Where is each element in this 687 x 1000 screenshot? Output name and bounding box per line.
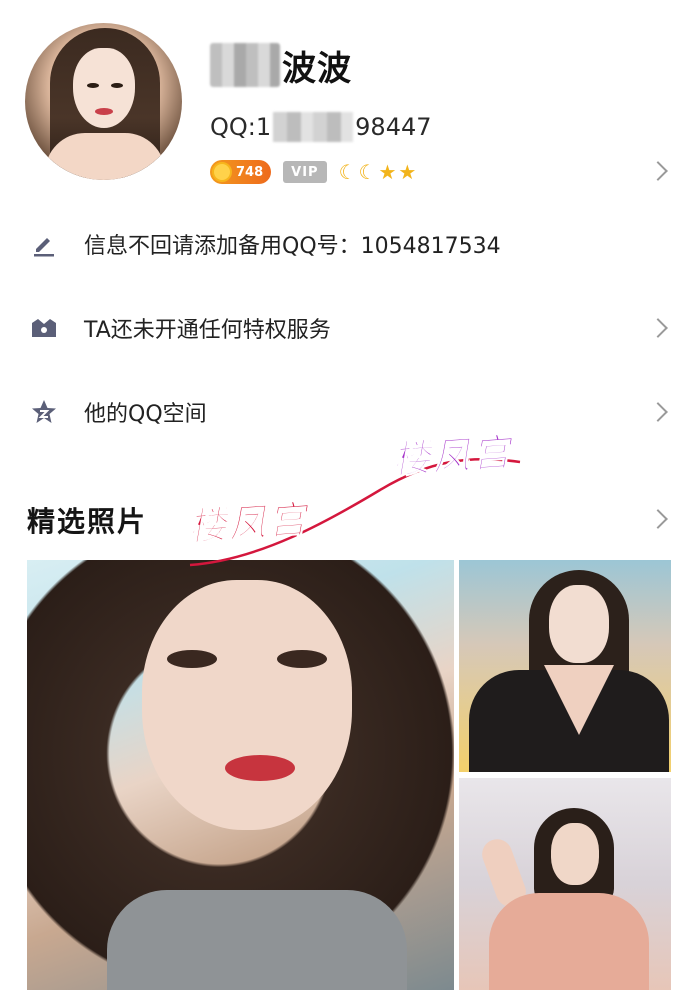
photo-eye bbox=[277, 650, 327, 668]
watermark-text: 楼凤宫 bbox=[186, 496, 310, 550]
star-icon: ★ bbox=[398, 160, 417, 184]
pencil-icon bbox=[30, 230, 58, 258]
qq-partial-left: 1 bbox=[255, 113, 272, 141]
moon-icon: ☾ bbox=[338, 160, 357, 184]
list-item-qzone[interactable]: 他的QQ空间 bbox=[0, 370, 687, 454]
coin-icon bbox=[212, 162, 232, 182]
photo-face bbox=[551, 823, 599, 885]
nickname-row: 波波 bbox=[210, 40, 352, 90]
level-icons: ☾ ☾ ★ ★ bbox=[339, 160, 417, 184]
list-item-backup-qq[interactable]: 信息不回请添加备用QQ号：1054817534 bbox=[0, 202, 687, 286]
avatar-lips bbox=[95, 108, 113, 115]
chevron-right-icon bbox=[648, 402, 668, 422]
list-item-label: TA还未开通任何特权服务 bbox=[84, 318, 331, 343]
chevron-right-icon bbox=[648, 509, 668, 529]
vip-label: VIP bbox=[291, 164, 319, 180]
photo-bottom-right[interactable] bbox=[459, 778, 671, 990]
qq-prefix: QQ: bbox=[210, 113, 256, 141]
avatar-face bbox=[73, 48, 135, 128]
photo-lips bbox=[225, 755, 295, 781]
avatar-body bbox=[45, 133, 165, 180]
section-title: 精选照片 bbox=[27, 505, 148, 538]
list-item-label: 信息不回请添加备用QQ号：1054817534 bbox=[84, 234, 501, 259]
photo-face bbox=[549, 585, 609, 663]
badge-row: 748 VIP ☾ ☾ ★ ★ bbox=[210, 160, 416, 184]
moon-icon: ☾ bbox=[358, 160, 377, 184]
qzone-star-icon bbox=[30, 398, 58, 426]
qq-number: QQ: 1 98447 bbox=[210, 112, 432, 142]
qq-mosaic bbox=[273, 112, 354, 142]
star-icon: ★ bbox=[378, 160, 397, 184]
crown-icon bbox=[30, 314, 58, 342]
coin-value: 748 bbox=[236, 164, 264, 180]
chevron-right-icon bbox=[648, 318, 668, 338]
nickname-mosaic bbox=[210, 43, 280, 87]
photo-main[interactable] bbox=[27, 560, 454, 990]
photo-shirt bbox=[107, 890, 407, 990]
qq-partial-right: 98447 bbox=[355, 113, 432, 141]
avatar-eye bbox=[111, 83, 123, 88]
photo-face bbox=[142, 580, 352, 830]
avatar[interactable] bbox=[25, 23, 182, 180]
nickname: 波波 bbox=[282, 48, 352, 89]
vip-badge: VIP bbox=[283, 161, 327, 183]
coin-badge: 748 bbox=[210, 160, 272, 184]
list-item-label: 他的QQ空间 bbox=[84, 402, 207, 427]
avatar-eye bbox=[87, 83, 99, 88]
photo-top-right[interactable] bbox=[459, 560, 671, 772]
watermark-text: 楼凤宫 bbox=[390, 429, 514, 483]
list-item-privileges[interactable]: TA还未开通任何特权服务 bbox=[0, 286, 687, 370]
photo-eye bbox=[167, 650, 217, 668]
photo-cardigan bbox=[489, 893, 649, 990]
chevron-right-icon bbox=[648, 161, 668, 181]
profile-header[interactable]: 波波 QQ: 1 98447 748 VIP ☾ ☾ ★ ★ bbox=[0, 0, 687, 205]
